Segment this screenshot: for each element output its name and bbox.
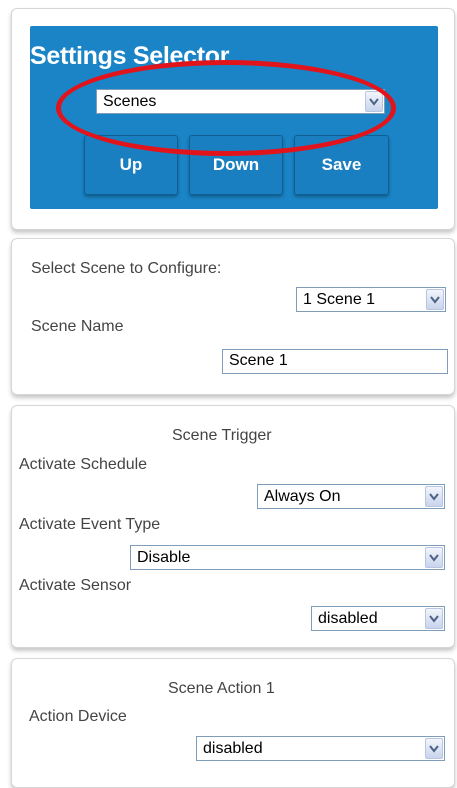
- up-button[interactable]: Up: [84, 135, 178, 195]
- settings-mode-select[interactable]: Scenes: [96, 89, 385, 114]
- activate-schedule-select[interactable]: Always On: [257, 484, 445, 509]
- chevron-down-icon[interactable]: [365, 91, 383, 112]
- chevron-down-icon[interactable]: [425, 738, 443, 759]
- scene-name-field[interactable]: Scene 1: [222, 349, 448, 374]
- action-device-value: disabled: [203, 740, 263, 757]
- settings-selector-title: Settings Selector: [30, 42, 230, 70]
- scene-select-value: 1 Scene 1: [303, 291, 376, 308]
- scene-select[interactable]: 1 Scene 1: [296, 287, 446, 312]
- scene-name-label: Scene Name: [31, 318, 124, 335]
- activate-event-type-label: Activate Event Type: [19, 516, 161, 533]
- activate-schedule-label: Activate Schedule: [19, 456, 148, 473]
- action-device-select[interactable]: disabled: [196, 736, 445, 761]
- chevron-down-icon[interactable]: [425, 547, 443, 568]
- chevron-down-icon[interactable]: [425, 608, 443, 629]
- activate-event-type-value: Disable: [137, 549, 191, 566]
- down-button[interactable]: Down: [189, 135, 283, 195]
- scene-trigger-heading: Scene Trigger: [172, 427, 272, 444]
- activate-sensor-value: disabled: [318, 610, 378, 627]
- settings-mode-select-value: Scenes: [103, 93, 157, 110]
- activate-event-type-select[interactable]: Disable: [130, 545, 445, 570]
- chevron-down-icon[interactable]: [426, 289, 444, 310]
- action-device-label: Action Device: [29, 708, 127, 725]
- activate-sensor-label: Activate Sensor: [19, 577, 132, 594]
- activate-schedule-value: Always On: [264, 488, 341, 505]
- save-button[interactable]: Save: [294, 135, 389, 195]
- scene-action-heading: Scene Action 1: [168, 680, 275, 697]
- chevron-down-icon[interactable]: [425, 486, 443, 507]
- activate-sensor-select[interactable]: disabled: [311, 606, 445, 631]
- select-scene-label: Select Scene to Configure:: [31, 260, 222, 277]
